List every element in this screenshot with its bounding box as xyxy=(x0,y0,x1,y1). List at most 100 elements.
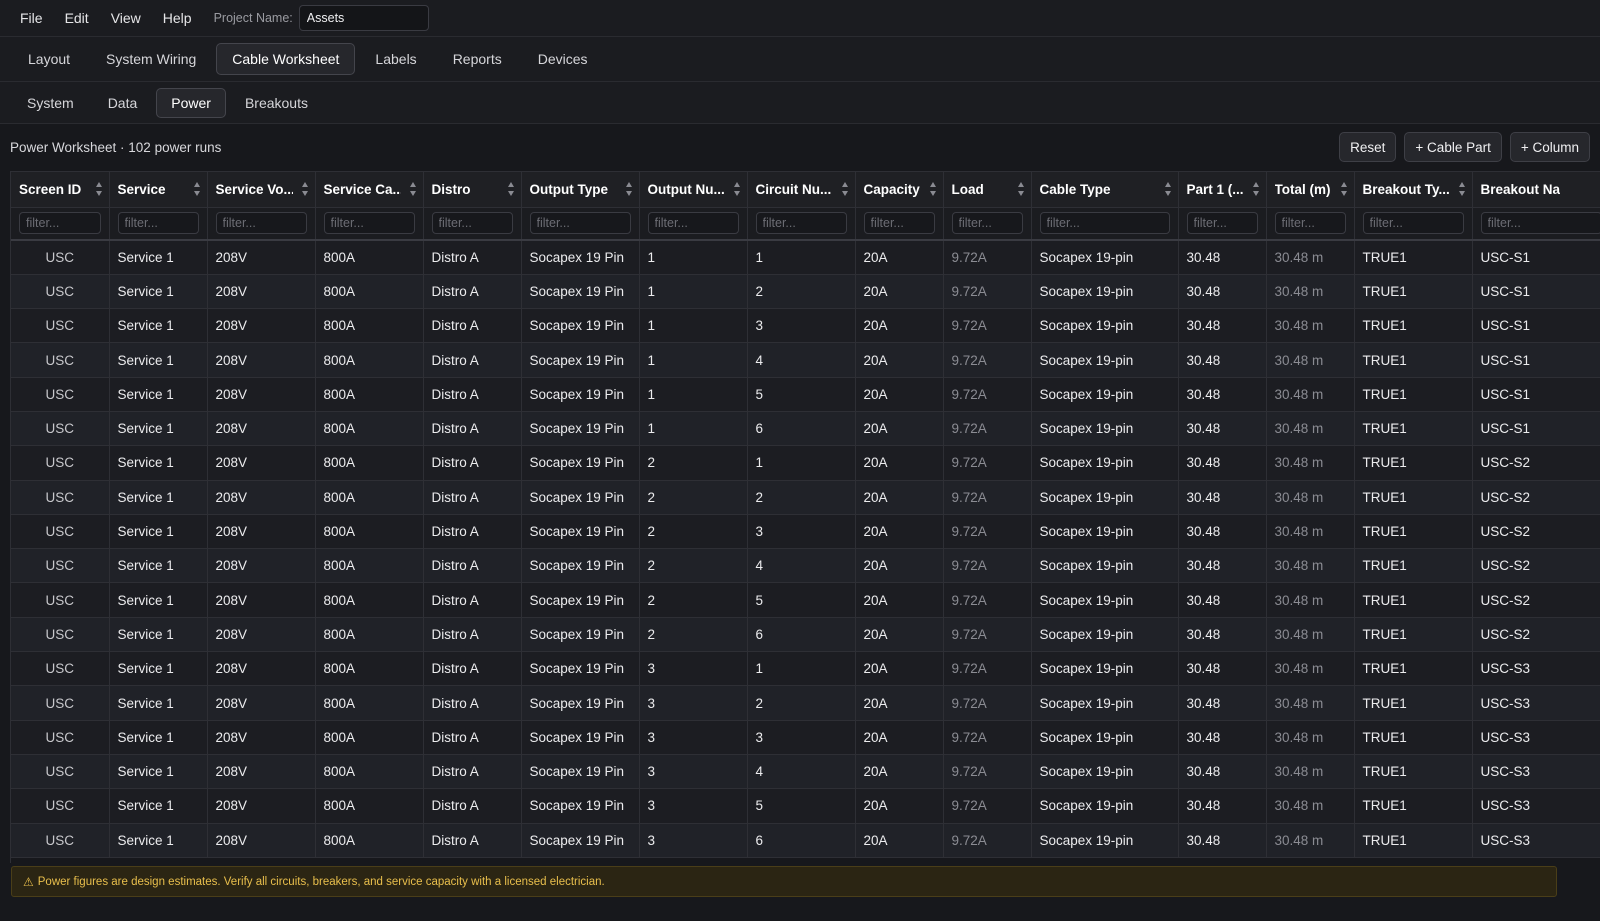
table-cell[interactable]: Socapex 19-pin xyxy=(1031,582,1179,618)
table-cell[interactable]: 3 xyxy=(639,720,748,755)
sort-icon[interactable] xyxy=(95,182,103,196)
table-cell[interactable]: USC-S3 xyxy=(1472,823,1600,858)
table-cell[interactable]: 30.48 xyxy=(1178,480,1267,515)
table-cell[interactable]: Socapex 19 Pin xyxy=(521,274,640,310)
subtab-power[interactable]: Power xyxy=(156,87,226,118)
table-cell[interactable]: 208V xyxy=(207,617,316,653)
table-cell[interactable]: TRUE1 xyxy=(1354,823,1473,858)
table-cell[interactable]: Distro A xyxy=(423,685,522,721)
table-cell[interactable]: TRUE1 xyxy=(1354,685,1473,721)
table-row[interactable]: USC Service 1 208V 800A Distro A Socapex 19 P… xyxy=(11,240,1600,275)
table-row[interactable]: USC Service 1 208V 800A Distro A Socapex 19 P… xyxy=(11,445,1600,481)
table-cell[interactable]: TRUE1 xyxy=(1354,720,1473,755)
table-cell[interactable]: USC xyxy=(11,240,110,275)
table-cell[interactable]: 208V xyxy=(207,411,316,447)
table-cell[interactable]: 800A xyxy=(315,240,424,275)
table-cell[interactable]: 208V xyxy=(207,685,316,721)
table-cell[interactable]: 9.72A xyxy=(943,240,1032,275)
table-cell[interactable]: 20A xyxy=(855,514,944,550)
table-row[interactable]: USC Service 1 208V 800A Distro A Socapex 19 P… xyxy=(11,411,1600,447)
column-header[interactable]: Cable Type xyxy=(1031,172,1179,208)
table-cell[interactable]: 30.48 m xyxy=(1266,240,1355,275)
table-row[interactable]: USC Service 1 208V 800A Distro A Socapex 19 P… xyxy=(11,377,1600,412)
table-cell[interactable]: Service 1 xyxy=(109,308,208,344)
table-cell[interactable]: Socapex 19 Pin xyxy=(521,514,640,550)
table-cell[interactable]: 208V xyxy=(207,754,316,790)
table-cell[interactable]: 800A xyxy=(315,582,424,618)
tab-devices[interactable]: Devices xyxy=(522,43,604,75)
table-cell[interactable]: USC-S2 xyxy=(1472,514,1600,550)
table-cell[interactable]: 30.48 xyxy=(1178,685,1267,721)
table-row[interactable]: USC Service 1 208V 800A Distro A Socapex 19 P… xyxy=(11,514,1600,550)
table-cell[interactable]: Socapex 19 Pin xyxy=(521,720,640,755)
table-cell[interactable]: Service 1 xyxy=(109,342,208,378)
sort-icon[interactable] xyxy=(1252,182,1260,196)
table-cell[interactable]: 30.48 m xyxy=(1266,377,1355,412)
table-cell[interactable]: 9.72A xyxy=(943,685,1032,721)
table-row[interactable]: USC Service 1 208V 800A Distro A Socapex 19 P… xyxy=(11,548,1600,584)
table-cell[interactable]: 9.72A xyxy=(943,377,1032,412)
table-cell[interactable]: 20A xyxy=(855,308,944,344)
table-cell[interactable]: 208V xyxy=(207,377,316,412)
table-cell[interactable]: 9.72A xyxy=(943,480,1032,515)
table-cell[interactable]: 30.48 xyxy=(1178,617,1267,653)
table-cell[interactable]: USC-S1 xyxy=(1472,411,1600,447)
table-cell[interactable]: TRUE1 xyxy=(1354,445,1473,481)
table-cell[interactable]: USC-S1 xyxy=(1472,274,1600,310)
column-header[interactable]: Breakout Ty... xyxy=(1354,172,1473,208)
table-cell[interactable]: 30.48 m xyxy=(1266,514,1355,550)
table-cell[interactable]: 3 xyxy=(747,720,856,755)
table-cell[interactable]: USC-S1 xyxy=(1472,342,1600,378)
table-cell[interactable]: Distro A xyxy=(423,377,522,412)
sort-icon[interactable] xyxy=(1164,182,1172,196)
table-cell[interactable]: TRUE1 xyxy=(1354,617,1473,653)
subtab-breakouts[interactable]: Breakouts xyxy=(230,88,323,118)
table-row[interactable]: USC Service 1 208V 800A Distro A Socapex 19 P… xyxy=(11,480,1600,515)
table-cell[interactable]: Socapex 19 Pin xyxy=(521,788,640,824)
table-cell[interactable]: 30.48 m xyxy=(1266,308,1355,344)
table-cell[interactable]: 20A xyxy=(855,240,944,275)
table-cell[interactable]: USC-S3 xyxy=(1472,685,1600,721)
sort-icon[interactable] xyxy=(193,182,201,196)
sort-icon[interactable] xyxy=(507,182,515,196)
table-cell[interactable]: USC-S3 xyxy=(1472,788,1600,824)
column-header[interactable]: Service xyxy=(109,172,208,208)
sort-icon[interactable] xyxy=(409,182,417,196)
table-cell[interactable]: Socapex 19 Pin xyxy=(521,445,640,481)
column-filter-input[interactable] xyxy=(1362,212,1464,235)
table-cell[interactable]: TRUE1 xyxy=(1354,651,1473,687)
table-cell[interactable]: 20A xyxy=(855,754,944,790)
table-cell[interactable]: USC xyxy=(11,823,110,858)
menu-help[interactable]: Help xyxy=(163,10,192,26)
table-cell[interactable]: Socapex 19-pin xyxy=(1031,617,1179,653)
table-cell[interactable]: 800A xyxy=(315,788,424,824)
column-filter-input[interactable] xyxy=(755,212,847,235)
sort-icon[interactable] xyxy=(1017,182,1025,196)
table-cell[interactable]: USC xyxy=(11,514,110,550)
table-cell[interactable]: USC xyxy=(11,445,110,481)
table-cell[interactable]: 20A xyxy=(855,411,944,447)
table-cell[interactable]: USC xyxy=(11,411,110,447)
table-cell[interactable]: 5 xyxy=(747,582,856,618)
table-cell[interactable]: 30.48 m xyxy=(1266,342,1355,378)
table-cell[interactable]: 2 xyxy=(639,617,748,653)
add-cable-part-button[interactable]: + Cable Part xyxy=(1404,132,1502,162)
column-filter-input[interactable] xyxy=(529,212,631,235)
table-cell[interactable]: 3 xyxy=(639,754,748,790)
table-cell[interactable]: USC xyxy=(11,617,110,653)
table-cell[interactable]: Service 1 xyxy=(109,514,208,550)
table-cell[interactable]: Service 1 xyxy=(109,548,208,584)
table-cell[interactable]: 2 xyxy=(747,480,856,515)
table-cell[interactable]: 20A xyxy=(855,342,944,378)
table-cell[interactable]: Socapex 19 Pin xyxy=(521,342,640,378)
table-cell[interactable]: 30.48 m xyxy=(1266,651,1355,687)
table-cell[interactable]: USC xyxy=(11,377,110,412)
table-cell[interactable]: 30.48 m xyxy=(1266,754,1355,790)
table-cell[interactable]: 9.72A xyxy=(943,445,1032,481)
table-cell[interactable]: Distro A xyxy=(423,514,522,550)
table-cell[interactable]: Distro A xyxy=(423,308,522,344)
table-cell[interactable]: Service 1 xyxy=(109,411,208,447)
table-cell[interactable]: Socapex 19 Pin xyxy=(521,411,640,447)
table-cell[interactable]: TRUE1 xyxy=(1354,274,1473,310)
table-cell[interactable]: 800A xyxy=(315,411,424,447)
